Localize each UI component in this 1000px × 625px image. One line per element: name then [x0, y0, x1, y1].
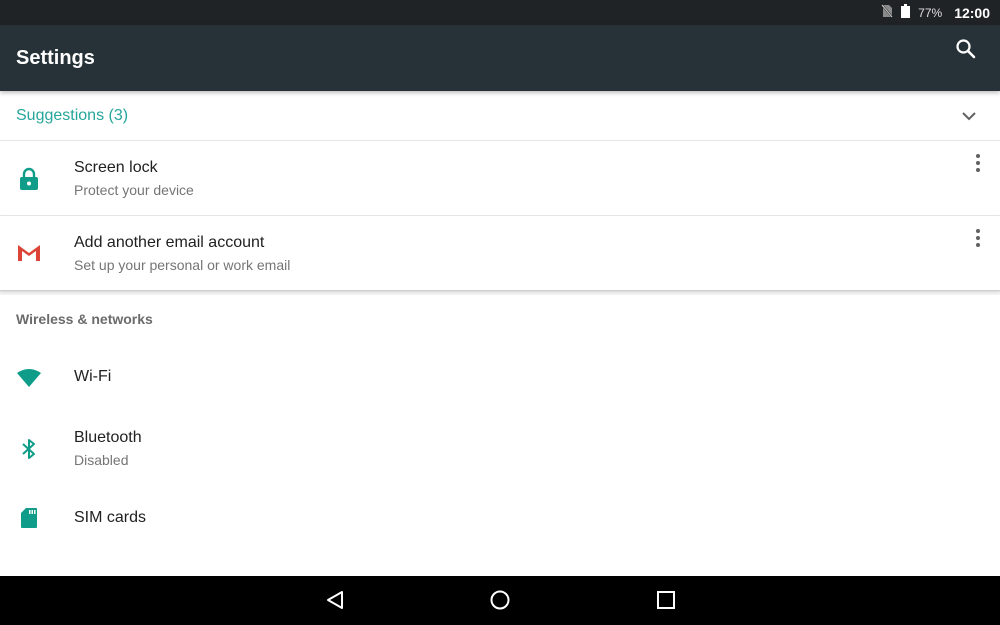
page-title: Settings: [16, 46, 95, 69]
navigation-bar: [0, 576, 1000, 625]
status-bar: 77% 12:00: [0, 0, 1000, 25]
lock-icon: [16, 166, 42, 192]
suggestion-add-email[interactable]: Add another email account Set up your pe…: [0, 216, 1000, 291]
setting-subtitle: Disabled: [74, 452, 129, 468]
suggestions-header[interactable]: Suggestions (3): [0, 91, 1000, 141]
bluetooth-icon: [16, 436, 42, 462]
more-options-icon[interactable]: [970, 228, 986, 248]
suggestion-subtitle: Protect your device: [74, 182, 194, 198]
sim-card-icon: [16, 505, 42, 531]
setting-wifi[interactable]: Wi-Fi: [0, 342, 1000, 414]
setting-title: Bluetooth: [74, 429, 142, 446]
setting-sim-cards[interactable]: SIM cards: [0, 486, 1000, 558]
wifi-icon: [16, 365, 42, 391]
battery-icon: [901, 4, 911, 21]
suggestion-screen-lock[interactable]: Screen lock Protect your device: [0, 141, 1000, 216]
setting-bluetooth[interactable]: Bluetooth Disabled: [0, 414, 1000, 486]
clock: 12:00: [954, 4, 990, 21]
app-bar: Settings: [0, 25, 1000, 91]
settings-list: Suggestions (3) Screen lock Protect your…: [0, 91, 1000, 576]
suggestion-title: Screen lock: [74, 159, 158, 176]
setting-title: Wi-Fi: [74, 368, 112, 385]
back-icon[interactable]: [323, 588, 347, 612]
suggestion-title: Add another email account: [74, 234, 265, 251]
suggestion-subtitle: Set up your personal or work email: [74, 257, 291, 273]
setting-title: SIM cards: [74, 509, 147, 526]
category-wireless-networks: Wireless & networks: [16, 310, 153, 327]
more-options-icon[interactable]: [970, 153, 986, 173]
no-sim-icon: [880, 3, 894, 21]
suggestions-label: Suggestions (3): [16, 106, 129, 124]
recents-icon[interactable]: [654, 588, 678, 612]
search-icon[interactable]: [954, 37, 978, 61]
chevron-down-icon[interactable]: [960, 107, 978, 125]
home-icon[interactable]: [488, 588, 512, 612]
gmail-icon: [16, 240, 42, 266]
battery-percent: 77%: [918, 5, 943, 20]
